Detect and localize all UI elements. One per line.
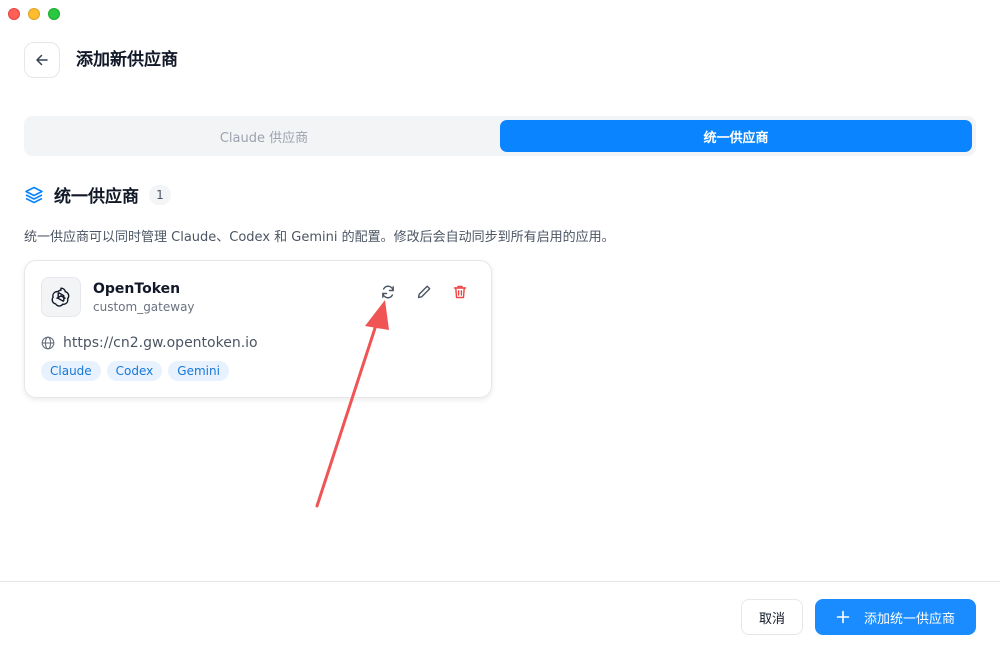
tag-codex: Codex: [106, 361, 163, 381]
cancel-button[interactable]: 取消: [741, 599, 803, 635]
minimize-window-button[interactable]: [28, 8, 40, 20]
provider-type-tabs: Claude 供应商 统一供应商: [24, 116, 976, 156]
delete-icon: [453, 285, 467, 299]
tab-unified-provider[interactable]: 统一供应商: [500, 120, 972, 152]
delete-button[interactable]: [451, 283, 469, 301]
layers-icon: [25, 186, 43, 203]
sync-button[interactable]: [379, 283, 397, 301]
provider-logo: [41, 277, 81, 317]
maximize-window-button[interactable]: [48, 8, 60, 20]
edit-button[interactable]: [415, 283, 433, 301]
provider-card[interactable]: OpenToken custom_gateway https://cn2.gw.…: [24, 260, 492, 398]
section-description: 统一供应商可以同时管理 Claude、Codex 和 Gemini 的配置。修改…: [24, 230, 615, 245]
app-window: 添加新供应商 Claude 供应商 统一供应商 统一供应商 1 统一供应商可以同…: [0, 0, 1000, 650]
openai-logo-icon: [51, 287, 70, 307]
provider-type: custom_gateway: [93, 300, 195, 314]
edit-icon: [417, 285, 431, 299]
section-header: 统一供应商 1: [24, 182, 171, 207]
window-controls: [8, 8, 60, 20]
tab-claude-provider[interactable]: Claude 供应商: [28, 120, 500, 152]
back-button[interactable]: [24, 42, 60, 78]
page-title: 添加新供应商: [76, 50, 178, 70]
provider-url: https://cn2.gw.opentoken.io: [63, 335, 258, 351]
close-window-button[interactable]: [8, 8, 20, 20]
sync-icon: [382, 285, 394, 299]
tag-claude: Claude: [41, 361, 101, 381]
section-title: 统一供应商: [54, 187, 139, 207]
globe-icon: [41, 336, 55, 350]
add-unified-provider-label: 添加统一供应商: [863, 611, 955, 627]
provider-url-row: https://cn2.gw.opentoken.io: [41, 335, 258, 351]
tag-gemini: Gemini: [168, 361, 229, 381]
plus-icon: [836, 610, 850, 624]
footer: 取消 添加统一供应商: [0, 581, 1000, 650]
provider-tags: Claude Codex Gemini: [41, 361, 229, 381]
count-badge: 1: [149, 184, 171, 205]
add-unified-provider-button[interactable]: 添加统一供应商: [815, 599, 976, 635]
arrow-left-icon: [36, 54, 48, 66]
provider-name: OpenToken: [93, 281, 181, 297]
provider-actions: [379, 283, 469, 301]
